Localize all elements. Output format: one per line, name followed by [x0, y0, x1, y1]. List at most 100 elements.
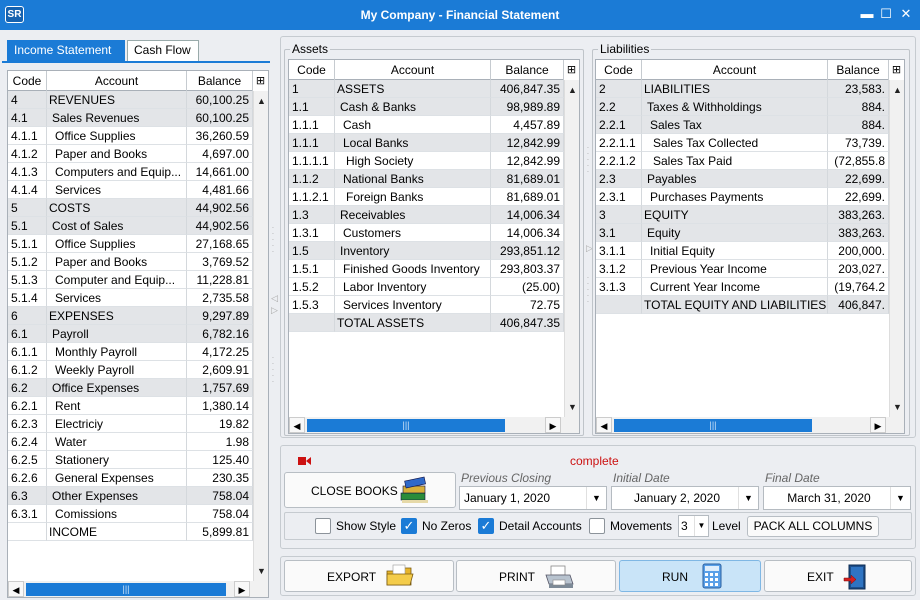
column-chooser-icon[interactable]: ⊞ — [253, 71, 268, 91]
table-row[interactable]: 3 EQUITY 383,263. — [596, 206, 889, 224]
table-row[interactable]: 1.5.2 Labor Inventory (25.00) — [289, 278, 564, 296]
table-row[interactable]: 2.2.1.1 Sales Tax Collected 73,739. — [596, 134, 889, 152]
table-row[interactable]: 2.2.1.2 Sales Tax Paid (72,855.8 — [596, 152, 889, 170]
column-header-balance[interactable]: Balance — [491, 60, 564, 80]
table-row[interactable]: 4 REVENUES 60,100.25 — [8, 91, 253, 109]
scroll-up-arrow-icon[interactable]: ▲ — [254, 93, 268, 109]
liabilities-table[interactable]: Code Account Balance ⊞ 2 LIABILITIES 23,583. 2.… — [595, 59, 905, 434]
scroll-up-arrow-icon[interactable]: ▲ — [565, 82, 579, 98]
horizontal-scroll-thumb[interactable]: ||| — [26, 583, 226, 596]
table-row[interactable]: 1.1 Cash & Banks 98,989.89 — [289, 98, 564, 116]
table-row[interactable]: 3.1.1 Initial Equity 200,000. — [596, 242, 889, 260]
table-row[interactable]: 5.1 Cost of Sales 44,902.56 — [8, 217, 253, 235]
table-row[interactable]: 1.5 Inventory 293,851.12 — [289, 242, 564, 260]
horizontal-scrollbar[interactable]: ◀ ||| ▶ — [596, 417, 904, 433]
table-row[interactable]: 6.2.1 Rent 1,380.14 — [8, 397, 253, 415]
tab-income-statement[interactable]: Income Statement — [7, 40, 125, 61]
level-select[interactable]: 3 ▼ — [678, 515, 709, 537]
print-button[interactable]: PRINT — [456, 560, 616, 592]
splitter-left-arrow-icon[interactable]: ◁ ▷ — [271, 294, 278, 315]
movements-checkbox[interactable] — [589, 518, 605, 534]
pack-all-columns-button[interactable]: PACK ALL COLUMNS — [747, 516, 879, 537]
table-row[interactable]: 6.2 Office Expenses 1,757.69 — [8, 379, 253, 397]
table-row[interactable]: 4.1 Sales Revenues 60,100.25 — [8, 109, 253, 127]
table-row[interactable]: 2.2 Taxes & Withholdings 884. — [596, 98, 889, 116]
column-header-code[interactable]: Code — [596, 60, 642, 80]
table-row[interactable]: 5.1.3 Computer and Equip... 11,228.81 — [8, 271, 253, 289]
no-zeros-checkbox[interactable]: ✓ — [401, 518, 417, 534]
table-row[interactable]: 1.3.1 Customers 14,006.34 — [289, 224, 564, 242]
exit-button[interactable]: EXIT — [764, 560, 912, 592]
final-date-select[interactable]: March 31, 2020 ▼ — [763, 486, 911, 510]
horizontal-scroll-thumb[interactable]: ||| — [307, 419, 505, 432]
table-row[interactable]: 5.1.4 Services 2,735.58 — [8, 289, 253, 307]
splitter-mid-2[interactable]: · · · · · — [586, 274, 590, 306]
horizontal-scrollbar[interactable]: ◀ ||| ▶ — [289, 417, 579, 433]
table-row[interactable]: 6.1 Payroll 6,782.16 — [8, 325, 253, 343]
table-row[interactable]: 4.1.2 Paper and Books 4,697.00 — [8, 145, 253, 163]
scroll-right-arrow-icon[interactable]: ▶ — [234, 581, 250, 597]
table-row[interactable]: 6.1.1 Monthly Payroll 4,172.25 — [8, 343, 253, 361]
run-button[interactable]: RUN — [619, 560, 761, 592]
column-chooser-icon[interactable]: ⊞ — [889, 60, 904, 80]
column-header-account[interactable]: Account — [642, 60, 828, 80]
table-row[interactable]: 6.2.3 Electriciy 19.82 — [8, 415, 253, 433]
table-row[interactable]: 5 COSTS 44,902.56 — [8, 199, 253, 217]
table-row[interactable]: 6.3 Other Expenses 758.04 — [8, 487, 253, 505]
table-row[interactable]: 1.5.1 Finished Goods Inventory 293,803.37 — [289, 260, 564, 278]
scroll-left-arrow-icon[interactable]: ◀ — [596, 417, 612, 433]
table-row[interactable]: 6.2.6 General Expenses 230.35 — [8, 469, 253, 487]
table-row[interactable]: 5.1.1 Office Supplies 27,168.65 — [8, 235, 253, 253]
table-row[interactable]: 4.1.4 Services 4,481.66 — [8, 181, 253, 199]
column-header-balance[interactable]: Balance — [828, 60, 889, 80]
table-row[interactable]: TOTAL ASSETS 406,847.35 — [289, 314, 564, 332]
scroll-right-arrow-icon[interactable]: ▶ — [545, 417, 561, 433]
column-header-code[interactable]: Code — [289, 60, 335, 80]
close-books-button[interactable]: CLOSE BOOKS — [284, 472, 456, 508]
column-chooser-icon[interactable]: ⊞ — [564, 60, 579, 80]
table-row[interactable]: 3.1.2 Previous Year Income 203,027. — [596, 260, 889, 278]
chevron-down-icon[interactable]: ▼ — [586, 487, 606, 509]
column-header-account[interactable]: Account — [335, 60, 491, 80]
table-row[interactable]: 5.1.2 Paper and Books 3,769.52 — [8, 253, 253, 271]
scroll-down-arrow-icon[interactable]: ▼ — [890, 399, 904, 415]
splitter-left-2[interactable]: · · · · · — [271, 354, 275, 386]
show-style-checkbox[interactable] — [315, 518, 331, 534]
chevron-down-icon[interactable]: ▼ — [694, 516, 708, 536]
table-row[interactable]: 4.1.1 Office Supplies 36,260.59 — [8, 127, 253, 145]
table-row[interactable]: 1.1.1.1 High Society 12,842.99 — [289, 152, 564, 170]
table-row[interactable]: 1.1.2 National Banks 81,689.01 — [289, 170, 564, 188]
table-row[interactable]: 1.1.1 Cash 4,457.89 — [289, 116, 564, 134]
scroll-up-arrow-icon[interactable]: ▲ — [890, 82, 904, 98]
splitter-left[interactable]: · · · · · — [271, 224, 275, 256]
previous-closing-select[interactable]: January 1, 2020 ▼ — [459, 486, 607, 510]
table-row[interactable]: 2.3.1 Purchases Payments 22,699. — [596, 188, 889, 206]
table-row[interactable]: 2.2.1 Sales Tax 884. — [596, 116, 889, 134]
table-row[interactable]: TOTAL EQUITY AND LIABILITIES 406,847. — [596, 296, 889, 314]
table-row[interactable]: 1.1.1 Local Banks 12,842.99 — [289, 134, 564, 152]
column-header-balance[interactable]: Balance — [187, 71, 253, 91]
scroll-down-arrow-icon[interactable]: ▼ — [254, 563, 268, 579]
initial-date-select[interactable]: January 2, 2020 ▼ — [611, 486, 759, 510]
splitter-mid[interactable]: · · · · · — [586, 144, 590, 176]
table-row[interactable]: 1.5.3 Services Inventory 72.75 — [289, 296, 564, 314]
table-row[interactable]: 6.2.4 Water 1.98 — [8, 433, 253, 451]
table-row[interactable]: 2 LIABILITIES 23,583. — [596, 80, 889, 98]
horizontal-scroll-thumb[interactable]: ||| — [614, 419, 812, 432]
tab-cash-flow[interactable]: Cash Flow — [127, 40, 199, 61]
horizontal-scrollbar[interactable]: ◀ ||| ▶ — [8, 581, 268, 597]
vertical-scrollbar[interactable]: ▲ ▼ — [889, 80, 904, 417]
scroll-right-arrow-icon[interactable]: ▶ — [870, 417, 886, 433]
maximize-button[interactable]: ☐ — [877, 5, 895, 23]
table-row[interactable]: 6.3.1 Comissions 758.04 — [8, 505, 253, 523]
scroll-down-arrow-icon[interactable]: ▼ — [565, 399, 579, 415]
scroll-left-arrow-icon[interactable]: ◀ — [289, 417, 305, 433]
chevron-down-icon[interactable]: ▼ — [738, 487, 758, 509]
table-row[interactable]: 6.1.2 Weekly Payroll 2,609.91 — [8, 361, 253, 379]
table-row[interactable]: INCOME 5,899.81 — [8, 523, 253, 541]
scroll-left-arrow-icon[interactable]: ◀ — [8, 581, 24, 597]
chevron-down-icon[interactable]: ▼ — [890, 487, 910, 509]
export-button[interactable]: EXPORT — [284, 560, 454, 592]
table-row[interactable]: 1 ASSETS 406,847.35 — [289, 80, 564, 98]
table-row[interactable]: 3.1.3 Current Year Income (19,764.2 — [596, 278, 889, 296]
